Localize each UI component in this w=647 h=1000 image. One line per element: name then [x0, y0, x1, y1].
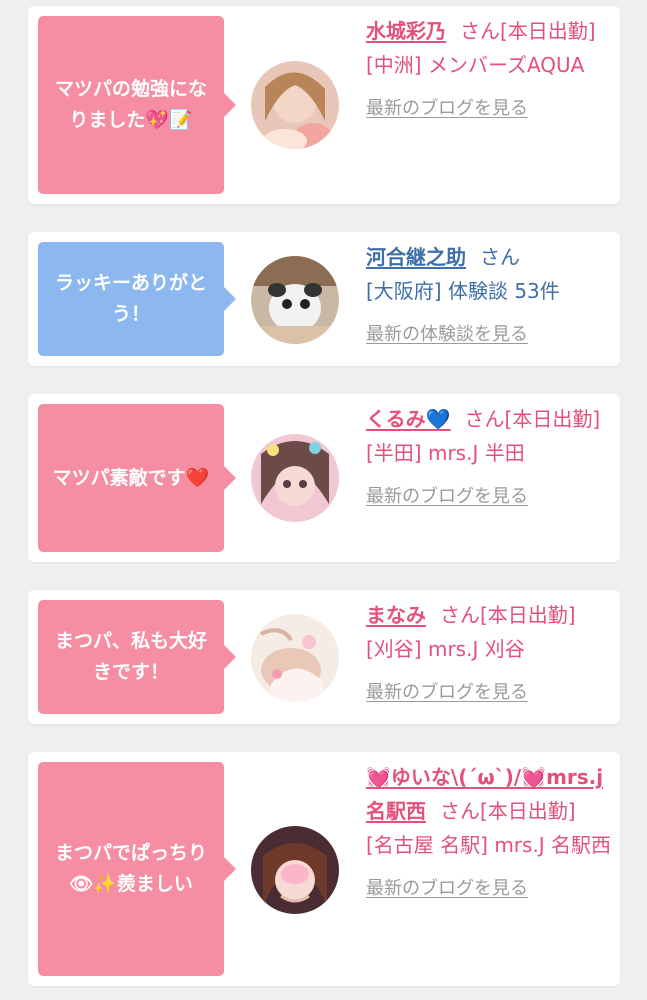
user-info: くるみ💙 さん[本日出勤] [半田] mrs.J 半田 最新のブログを見る — [366, 402, 616, 514]
message-bubble: マツパ素敵です❤️ — [38, 404, 236, 552]
user-status: さん[本日出勤] — [440, 799, 576, 823]
avatar[interactable] — [251, 434, 339, 522]
message-bubble: まつパでぱっちり👁✨羨ましい — [38, 762, 236, 976]
user-info: 水城彩乃 さん[本日出勤] [中洲] メンバーズAQUA 最新のブログを見る — [366, 14, 616, 126]
user-status: さん — [480, 245, 520, 269]
user-status: さん[本日出勤] — [460, 19, 596, 43]
message-text: まつパでぱっちり👁✨羨ましい — [54, 842, 207, 895]
blog-link[interactable]: 最新のブログを見る — [366, 92, 528, 126]
shop-label: [中洲] メンバーズAQUA — [366, 53, 585, 77]
blog-link[interactable]: 最新のブログを見る — [366, 676, 528, 710]
user-name-link[interactable]: くるみ💙 — [366, 407, 451, 431]
user-name-link[interactable]: まなみ — [366, 603, 426, 627]
avatar[interactable] — [251, 614, 339, 702]
message-text: ラッキーありがとう！ — [54, 272, 207, 325]
list-item: マツパ素敵です❤️ くるみ💙 さん[本日出勤] [半田] mrs.J 半田 最新の… — [28, 394, 620, 562]
avatar[interactable] — [251, 61, 339, 149]
user-status: さん[本日出勤] — [464, 407, 601, 431]
message-text: まつパ、私も大好きです！ — [54, 630, 207, 683]
blog-link[interactable]: 最新のブログを見る — [366, 872, 528, 906]
message-text: マツパの勉強になりました💖📝 — [54, 78, 207, 131]
list-item: ラッキーありがとう！ 河合継之助 さん [大阪府] 体験談 53件 最新の体験談を… — [28, 232, 620, 366]
shop-label: [刈谷] mrs.J 刈谷 — [366, 637, 525, 661]
message-bubble: ラッキーありがとう！ — [38, 242, 236, 356]
user-name-link[interactable]: 河合継之助 — [366, 245, 466, 269]
user-status: さん[本日出勤] — [440, 603, 576, 627]
message-bubble: まつパ、私も大好きです！ — [38, 600, 236, 714]
list-item: まつパ、私も大好きです！ まなみ さん[本日出勤] [刈谷] mrs.J 刈谷 最… — [28, 590, 620, 724]
shop-label: [名古屋 名駅] mrs.J 名駅西 — [366, 833, 612, 857]
avatar[interactable] — [251, 826, 339, 914]
blog-link[interactable]: 最新のブログを見る — [366, 480, 528, 514]
list-item: まつパでぱっちり👁✨羨ましい 💓ゆいな\(ˊωˋ)/💓mrs.j名駅西 さん[本日… — [28, 752, 620, 986]
user-info: 💓ゆいな\(ˊωˋ)/💓mrs.j名駅西 さん[本日出勤] [名古屋 名駅] mr… — [366, 760, 616, 906]
user-name-link[interactable]: 水城彩乃 — [366, 19, 446, 43]
message-list: マツパの勉強になりました💖📝 水城彩乃 さん[本日出勤] [中洲] メンバーズAQ… — [0, 0, 647, 1000]
review-count-label: [大阪府] 体験談 53件 — [366, 279, 560, 303]
list-item: マツパの勉強になりました💖📝 水城彩乃 さん[本日出勤] [中洲] メンバーズAQ… — [28, 6, 620, 204]
message-text: マツパ素敵です❤️ — [52, 466, 210, 489]
message-bubble: マツパの勉強になりました💖📝 — [38, 16, 236, 194]
user-info: 河合継之助 さん [大阪府] 体験談 53件 最新の体験談を見る — [366, 240, 616, 352]
review-link[interactable]: 最新の体験談を見る — [366, 318, 528, 352]
shop-label: [半田] mrs.J 半田 — [366, 441, 525, 465]
avatar[interactable] — [251, 256, 339, 344]
user-info: まなみ さん[本日出勤] [刈谷] mrs.J 刈谷 最新のブログを見る — [366, 598, 616, 710]
